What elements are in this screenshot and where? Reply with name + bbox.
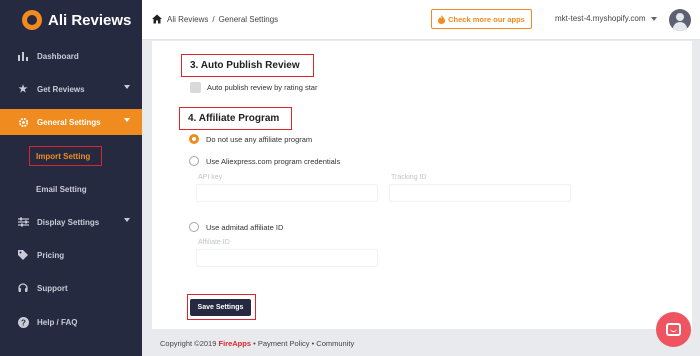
gear-icon bbox=[17, 116, 29, 128]
sidebar-item-get-reviews[interactable]: ★ Get Reviews bbox=[0, 76, 142, 102]
sidebar-item-help-faq[interactable]: ? Help / FAQ bbox=[0, 309, 142, 335]
question-icon: ? bbox=[17, 316, 29, 328]
breadcrumb: Ali Reviews / General Settings bbox=[152, 14, 278, 24]
check-apps-label: Check more our apps bbox=[448, 14, 525, 24]
sidebar-item-dashboard[interactable]: Dashboard bbox=[0, 43, 142, 69]
radio-label: Use admitad affiliate ID bbox=[206, 222, 284, 232]
sidebar: Ali Reviews Dashboard ★ Get Reviews Gene… bbox=[0, 0, 142, 356]
sidebar-subitem-import-setting[interactable]: Import Setting bbox=[29, 146, 102, 166]
affiliate-id-input[interactable] bbox=[196, 249, 378, 267]
section-title-affiliate: 4. Affiliate Program bbox=[179, 107, 292, 130]
affiliate-option-none[interactable]: Do not use any affiliate program bbox=[189, 134, 312, 144]
section-title-auto-publish: 3. Auto Publish Review bbox=[181, 54, 314, 77]
chevron-down-icon bbox=[124, 85, 130, 89]
footer-brand-link[interactable]: FireApps bbox=[219, 339, 252, 348]
sidebar-item-label: Display Settings bbox=[37, 217, 100, 227]
sidebar-item-label: General Settings bbox=[37, 117, 101, 127]
chevron-down-icon bbox=[650, 16, 657, 21]
app-logo[interactable]: Ali Reviews bbox=[0, 0, 142, 40]
breadcrumb-root[interactable]: Ali Reviews bbox=[167, 15, 208, 24]
tracking-id-label: Tracking ID bbox=[391, 174, 427, 181]
radio-button[interactable] bbox=[189, 222, 199, 232]
api-key-label: API key bbox=[198, 174, 223, 181]
sidebar-item-general-settings[interactable]: General Settings bbox=[0, 109, 142, 135]
auto-publish-option[interactable]: Auto publish review by rating star bbox=[190, 82, 317, 93]
radio-label: Do not use any affiliate program bbox=[206, 134, 313, 144]
shop-name: mkt-test-4.myshopify.com bbox=[555, 14, 646, 23]
star-icon: ★ bbox=[18, 83, 28, 95]
affiliate-id-label: Affiliate ID bbox=[198, 239, 230, 246]
sidebar-item-support[interactable]: Support bbox=[0, 275, 142, 301]
sidebar-item-display-settings[interactable]: Display Settings bbox=[0, 209, 142, 235]
api-key-input[interactable] bbox=[196, 184, 378, 202]
radio-button[interactable] bbox=[189, 134, 199, 144]
tag-icon bbox=[17, 249, 29, 261]
sidebar-subitem-email-setting[interactable]: Email Setting bbox=[30, 179, 93, 199]
sliders-icon bbox=[17, 216, 29, 228]
bar-chart-icon bbox=[17, 50, 29, 62]
sidebar-item-pricing[interactable]: Pricing bbox=[0, 242, 142, 268]
sidebar-item-label: Pricing bbox=[37, 250, 65, 260]
affiliate-option-aliexpress[interactable]: Use Aliexpress.com program credentials bbox=[189, 156, 340, 166]
flame-icon bbox=[438, 14, 446, 24]
save-settings-button[interactable]: Save Settings bbox=[190, 299, 251, 316]
avatar[interactable] bbox=[669, 9, 691, 31]
top-header: Ali Reviews / General Settings Check mor… bbox=[142, 0, 700, 40]
tracking-id-input[interactable] bbox=[389, 184, 571, 202]
footer-links[interactable]: • Payment Policy • Community bbox=[253, 339, 354, 348]
breadcrumb-separator: / bbox=[212, 14, 215, 24]
shop-selector[interactable]: mkt-test-4.myshopify.com bbox=[555, 14, 657, 23]
footer: Copyright ©2019 FireApps • Payment Polic… bbox=[160, 339, 354, 348]
chevron-down-icon bbox=[124, 218, 130, 222]
radio-label: Use Aliexpress.com program credentials bbox=[206, 156, 341, 166]
radio-button[interactable] bbox=[189, 156, 199, 166]
home-icon[interactable] bbox=[152, 14, 162, 24]
svg-text:?: ? bbox=[21, 318, 26, 327]
auto-publish-checkbox[interactable] bbox=[190, 82, 201, 93]
sidebar-item-label: Get Reviews bbox=[37, 84, 85, 94]
headset-icon bbox=[17, 282, 29, 294]
sidebar-item-label: Help / FAQ bbox=[37, 317, 78, 327]
logo-icon bbox=[22, 10, 42, 30]
chevron-down-icon bbox=[124, 118, 130, 122]
chat-icon bbox=[666, 323, 681, 336]
affiliate-option-admitad[interactable]: Use admitad affiliate ID bbox=[189, 222, 283, 232]
breadcrumb-current: General Settings bbox=[218, 14, 279, 24]
copyright-text: Copyright ©2019 bbox=[160, 339, 217, 348]
check-apps-button[interactable]: Check more our apps bbox=[431, 9, 532, 29]
chat-widget-button[interactable] bbox=[656, 312, 691, 347]
sidebar-item-label: Support bbox=[37, 283, 68, 293]
app-name: Ali Reviews bbox=[48, 11, 132, 29]
auto-publish-label: Auto publish review by rating star bbox=[207, 83, 318, 92]
sidebar-item-label: Dashboard bbox=[37, 51, 79, 61]
